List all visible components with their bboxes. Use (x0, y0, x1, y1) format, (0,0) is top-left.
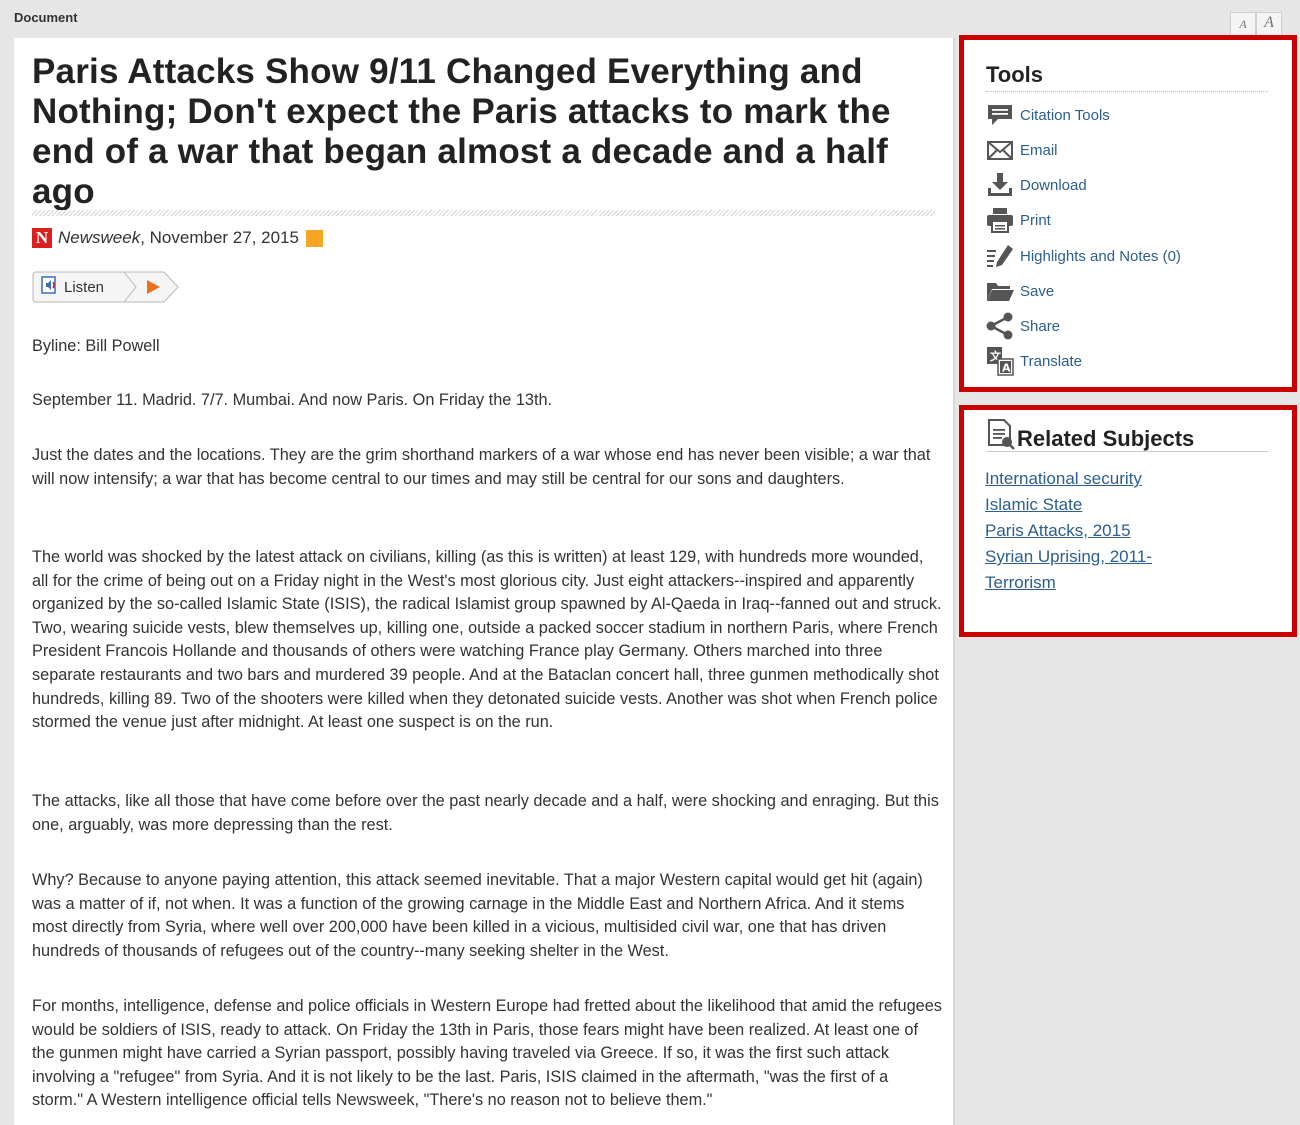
email-icon (986, 136, 1016, 164)
publication-date: , November 27, 2015 (140, 228, 299, 247)
speaker-icon (40, 275, 60, 299)
subject-link-paris-attacks[interactable]: Paris Attacks, 2015 (985, 521, 1131, 541)
decrease-font-button[interactable]: A (1230, 12, 1256, 36)
listen-button[interactable]: Listen (40, 276, 104, 298)
subject-link-international-security[interactable]: International security (985, 469, 1142, 489)
source-line: N Newsweek , November 27, 2015 (32, 228, 323, 248)
tool-label: Save (1020, 282, 1055, 300)
play-icon (147, 280, 160, 294)
highlight-icon (986, 242, 1016, 270)
related-subjects-panel: Related Subjects International security … (959, 405, 1297, 637)
tools-divider (986, 91, 1268, 92)
byline: Byline: Bill Powell (32, 337, 160, 355)
related-divider (986, 451, 1268, 452)
title-divider (32, 210, 935, 216)
play-button[interactable] (140, 278, 166, 296)
article-paragraph: The world was shocked by the latest atta… (32, 548, 942, 732)
article-panel: Paris Attacks Show 9/11 Changed Everythi… (14, 38, 954, 1125)
citation-tools-link[interactable]: Citation Tools (986, 101, 1110, 129)
download-link[interactable]: Download (986, 171, 1087, 199)
article-title: Paris Attacks Show 9/11 Changed Everythi… (32, 52, 891, 211)
article-paragraph: Just the dates and the locations. They a… (32, 446, 931, 488)
translate-icon: 文A (986, 347, 1016, 376)
highlights-notes-link[interactable]: Highlights and Notes (0) (986, 242, 1181, 270)
share-icon (986, 312, 1016, 340)
document-label: Document (14, 10, 78, 25)
tool-label: Print (1020, 211, 1051, 229)
tool-label: Email (1020, 141, 1058, 159)
translate-link[interactable]: 文A Translate (986, 347, 1082, 376)
email-link[interactable]: Email (986, 136, 1058, 164)
download-icon (986, 171, 1016, 199)
subject-link-islamic-state[interactable]: Islamic State (985, 495, 1082, 515)
citation-icon (986, 101, 1016, 129)
print-link[interactable]: Print (986, 206, 1051, 234)
article-paragraph: Why? Because to anyone paying attention,… (32, 871, 923, 960)
tools-panel: Tools Citation Tools Email Download Prin… (959, 35, 1297, 392)
subject-link-terrorism[interactable]: Terrorism (985, 573, 1056, 593)
save-link[interactable]: Save (986, 277, 1054, 305)
sidebar-divider (953, 38, 955, 1125)
tool-label: Citation Tools (1020, 106, 1110, 124)
share-link[interactable]: Share (986, 312, 1060, 340)
listen-widget: Listen (32, 271, 180, 303)
tool-label: Share (1020, 317, 1061, 335)
listen-label: Listen (64, 278, 105, 296)
tool-label: Translate (1020, 352, 1082, 370)
source-name: Newsweek (58, 228, 141, 247)
font-size-controls: A A (1230, 12, 1282, 36)
tool-label: Highlights and Notes (0) (1020, 247, 1181, 265)
article-paragraph: The attacks, like all those that have co… (32, 792, 939, 834)
rss-icon[interactable] (305, 229, 323, 247)
tools-title: Tools (986, 62, 1044, 87)
tool-label: Download (1020, 176, 1087, 194)
article-paragraph: For months, intelligence, defense and po… (32, 997, 942, 1110)
related-subjects-title: Related Subjects (1017, 426, 1195, 451)
print-icon (986, 206, 1016, 234)
increase-font-button[interactable]: A (1256, 12, 1282, 36)
folder-icon (986, 277, 1016, 305)
newsweek-logo-icon: N (32, 228, 52, 248)
subject-link-syrian-uprising[interactable]: Syrian Uprising, 2011- (985, 547, 1152, 567)
svg-text:A: A (1002, 362, 1011, 375)
article-paragraph: September 11. Madrid. 7/7. Mumbai. And n… (32, 391, 553, 409)
